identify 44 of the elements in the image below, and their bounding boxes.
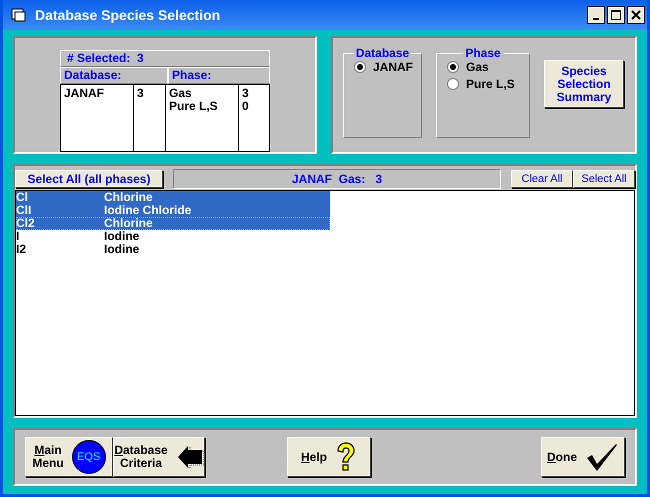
table-cell-text: Gas: [169, 87, 193, 100]
clear-all-button[interactable]: Clear All: [511, 170, 573, 188]
maximize-icon: [611, 10, 621, 20]
summary-button[interactable]: Species Selection Summary: [544, 60, 624, 108]
table-cell-text: Pure L,S: [169, 100, 219, 113]
column-header: Database:: [64, 68, 122, 82]
select-all-button[interactable]: Select All: [573, 170, 635, 188]
group-title: Database: [354, 46, 410, 60]
select-all-phases-button[interactable]: Select All (all phases): [15, 170, 163, 188]
species-row[interactable]: I Iodine: [16, 230, 330, 243]
species-row[interactable]: Cl Chlorine: [16, 191, 330, 204]
table-cell-text: 3: [137, 87, 145, 100]
radio-button[interactable]: [447, 61, 460, 73]
species-row[interactable]: I2 Iodine: [16, 243, 330, 256]
radio-option[interactable]: Gas: [445, 60, 522, 74]
table-cell-text: 0: [242, 100, 250, 113]
selected-count-label: # Selected:: [67, 51, 130, 65]
app-icon: [11, 8, 27, 22]
radio-option[interactable]: JANAF: [352, 60, 414, 74]
column-header: Phase:: [172, 68, 212, 82]
close-icon: [631, 10, 641, 20]
done-button[interactable]: Done: [541, 437, 625, 477]
maximize-button[interactable]: [607, 6, 625, 24]
group-title: Phase: [464, 46, 502, 60]
main-button[interactable]: Main Menu EQS: [25, 437, 113, 477]
table-cell-text: JANAF: [64, 87, 106, 100]
arrow-icon: [176, 446, 204, 468]
question-icon: [335, 442, 357, 472]
species-row[interactable]: Cl2 Chlorine: [16, 217, 330, 230]
status-bar: JANAF Gas: 3: [173, 169, 501, 189]
table-cell-text: 3: [242, 87, 250, 100]
radio-button[interactable]: [354, 61, 366, 73]
close-button[interactable]: [627, 6, 645, 24]
window-title: Database Species Selection: [35, 7, 222, 23]
eqs-logo: EQS: [72, 440, 106, 474]
minimize-icon: [593, 18, 599, 20]
criteria-button[interactable]: Database Criteria: [113, 437, 205, 477]
help-button[interactable]: Help: [287, 437, 371, 477]
minimize-button[interactable]: [587, 6, 605, 24]
radio-option[interactable]: Pure L,S: [445, 77, 522, 91]
species-row[interactable]: ClI Iodine Chloride: [16, 204, 330, 217]
radio-button[interactable]: [447, 78, 460, 90]
selected-count: 3: [137, 51, 144, 65]
checkmark-icon: [585, 442, 619, 472]
